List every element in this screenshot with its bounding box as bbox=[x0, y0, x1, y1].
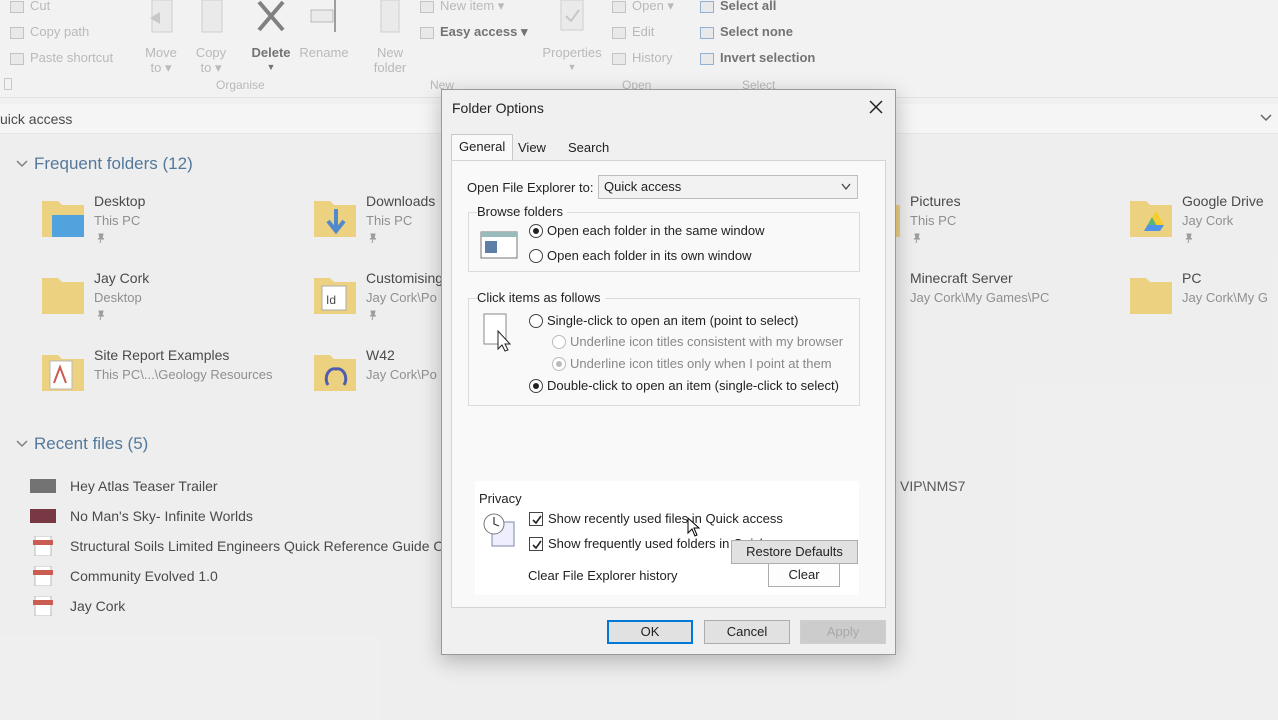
dialog-title: Folder Options bbox=[452, 100, 544, 116]
single-click-radio[interactable] bbox=[529, 314, 543, 328]
click-items-label: Click items as follows bbox=[477, 290, 605, 305]
mouse-cursor-icon bbox=[687, 517, 701, 537]
browse-folders-group bbox=[468, 212, 860, 272]
same-window-radio[interactable] bbox=[529, 224, 543, 238]
apply-button[interactable]: Apply bbox=[800, 620, 886, 644]
privacy-clock-icon bbox=[483, 513, 515, 547]
cancel-button[interactable]: Cancel bbox=[704, 620, 790, 644]
single-click-label[interactable]: Single-click to open an item (point to s… bbox=[547, 313, 798, 328]
browse-folders-label: Browse folders bbox=[477, 204, 567, 219]
folder-options-dialog: Folder Options General View Search Open … bbox=[441, 89, 896, 655]
double-click-radio[interactable] bbox=[529, 379, 543, 393]
open-explorer-select[interactable]: Quick access bbox=[598, 175, 858, 199]
show-frequent-folders-checkbox[interactable] bbox=[529, 537, 543, 551]
checkmark-icon bbox=[532, 540, 542, 550]
restore-defaults-button[interactable]: Restore Defaults bbox=[731, 540, 858, 564]
tab-general[interactable]: General bbox=[451, 134, 514, 161]
close-icon[interactable] bbox=[865, 96, 887, 118]
double-click-label[interactable]: Double-click to open an item (single-cli… bbox=[547, 378, 839, 393]
underline-point-radio[interactable] bbox=[552, 357, 566, 371]
show-recent-files-label[interactable]: Show recently used files in Quick access bbox=[548, 511, 783, 526]
clear-history-label: Clear File Explorer history bbox=[528, 568, 678, 583]
chevron-down-icon bbox=[841, 183, 851, 191]
underline-browser-radio[interactable] bbox=[552, 335, 566, 349]
privacy-label: Privacy bbox=[479, 491, 522, 506]
same-window-label[interactable]: Open each folder in the same window bbox=[547, 223, 765, 238]
ok-button[interactable]: OK bbox=[607, 620, 693, 644]
privacy-group: Privacy Show recently used files in Quic… bbox=[475, 481, 859, 595]
own-window-radio[interactable] bbox=[529, 249, 543, 263]
underline-point-label: Underline icon titles only when I point … bbox=[570, 356, 832, 371]
tab-view[interactable]: View bbox=[511, 136, 553, 160]
show-recent-files-checkbox[interactable] bbox=[529, 512, 543, 526]
click-cursor-icon bbox=[483, 313, 512, 352]
open-explorer-label: Open File Explorer to: bbox=[467, 180, 594, 195]
clear-button[interactable]: Clear bbox=[768, 563, 840, 587]
browse-window-icon bbox=[480, 231, 518, 259]
tab-search[interactable]: Search bbox=[561, 136, 616, 160]
checkmark-icon bbox=[532, 515, 542, 525]
own-window-label[interactable]: Open each folder in its own window bbox=[547, 248, 752, 263]
underline-browser-label: Underline icon titles consistent with my… bbox=[570, 334, 844, 349]
